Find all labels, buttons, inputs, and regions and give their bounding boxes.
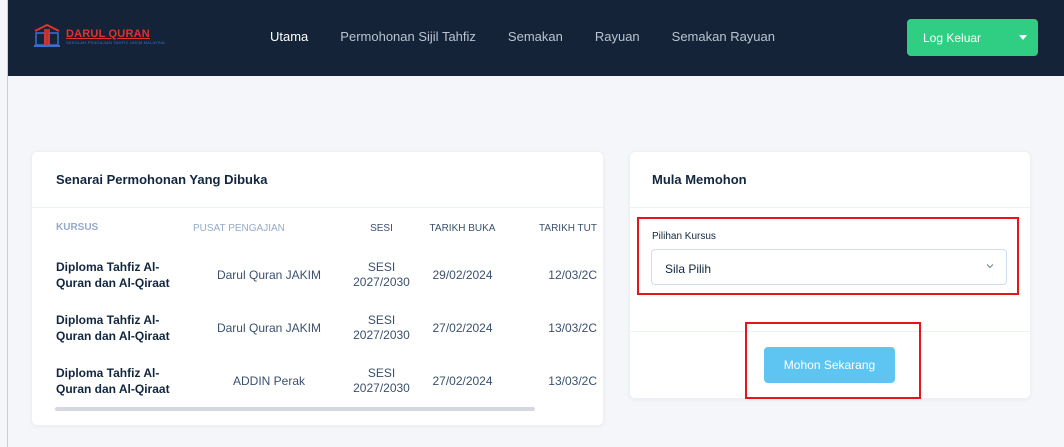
top-navbar: DARUL QURAN SEKOLAH PENGAJIAN TAHFIZ JAK…: [8, 0, 1064, 76]
sesi-years: 2027/2030: [353, 380, 410, 395]
logout-label: Log Keluar: [923, 30, 982, 45]
logo-subtitle: SEKOLAH PENGAJIAN TAHFIZ JAKIM MALAYSIA: [66, 39, 165, 45]
cell-tarikh-tutup: 12/03/2C: [548, 267, 597, 282]
cell-tarikh-buka: 29/02/2024: [432, 267, 493, 282]
cell-sesi: SESI 2027/2030: [345, 301, 418, 354]
cell-tarikh-tutup: 13/03/2C: [548, 373, 597, 388]
applications-table: KURSUS PUSAT PENGAJIAN SESI TARIKH BUKA …: [32, 208, 597, 407]
sesi-years: 2027/2030: [353, 274, 410, 289]
column-header-tarikh-buka[interactable]: TARIKH BUKA: [418, 208, 507, 248]
nav-rayuan[interactable]: Rayuan: [595, 29, 640, 44]
cell-kursus: Diploma Tahfiz Al-Quran dan Al-Qiraat: [56, 312, 170, 343]
table-row: Diploma Tahfiz Al-Quran dan Al-Qiraat Da…: [32, 301, 597, 354]
logout-dropdown-button[interactable]: Log Keluar: [907, 19, 1038, 56]
cell-sesi: SESI 2027/2030: [345, 354, 418, 407]
nav-utama[interactable]: Utama: [270, 29, 308, 44]
cell-pusat: Darul Quran JAKIM: [216, 320, 322, 335]
highlight-course-select: [637, 217, 1019, 295]
nav-permohonan-sijil-tahfiz[interactable]: Permohonan Sijil Tahfiz: [340, 29, 476, 44]
table-header-row: KURSUS PUSAT PENGAJIAN SESI TARIKH BUKA …: [32, 208, 597, 248]
open-applications-title: Senarai Permohonan Yang Dibuka: [32, 152, 603, 208]
table-row: Diploma Tahfiz Al-Quran dan Al-Qiraat AD…: [32, 354, 597, 407]
caret-down-icon[interactable]: [1008, 35, 1038, 40]
cell-pusat: Darul Quran JAKIM: [216, 267, 322, 282]
apply-card-title: Mula Memohon: [630, 152, 1030, 208]
cell-tarikh-buka: 27/02/2024: [432, 320, 493, 335]
sesi-years: 2027/2030: [353, 327, 410, 342]
sesi-label: SESI: [367, 365, 396, 380]
cell-kursus: Diploma Tahfiz Al-Quran dan Al-Qiraat: [56, 259, 170, 290]
table-row: Diploma Tahfiz Al-Quran dan Al-Qiraat Da…: [32, 248, 597, 301]
cell-pusat: ADDIN Perak: [232, 373, 306, 388]
logo-emblem-icon: [32, 22, 62, 50]
cell-kursus: Diploma Tahfiz Al-Quran dan Al-Qiraat: [56, 365, 170, 396]
column-header-tarikh-tutup[interactable]: TARIKH TUT: [507, 208, 597, 248]
logo-title: DARUL QURAN: [66, 27, 150, 40]
open-applications-card: Senarai Permohonan Yang Dibuka KURSUS PU…: [31, 151, 604, 426]
highlight-apply-button: [745, 322, 921, 399]
nav-semakan[interactable]: Semakan: [508, 29, 563, 44]
nav-semakan-rayuan[interactable]: Semakan Rayuan: [672, 29, 775, 44]
cell-sesi: SESI 2027/2030: [345, 248, 418, 301]
darul-quran-logo[interactable]: DARUL QURAN SEKOLAH PENGAJIAN TAHFIZ JAK…: [32, 22, 165, 50]
sesi-label: SESI: [367, 312, 396, 327]
table-horizontal-scrollbar[interactable]: [55, 407, 535, 411]
column-header-sesi[interactable]: SESI: [345, 208, 418, 248]
cell-tarikh-buka: 27/02/2024: [432, 373, 493, 388]
main-nav: Utama Permohonan Sijil Tahfiz Semakan Ra…: [270, 29, 807, 44]
column-header-pusat-pengajian[interactable]: PUSAT PENGAJIAN: [193, 208, 345, 248]
cell-tarikh-tutup: 13/03/2C: [548, 320, 597, 335]
sesi-label: SESI: [367, 259, 396, 274]
column-header-kursus[interactable]: KURSUS: [32, 208, 193, 248]
